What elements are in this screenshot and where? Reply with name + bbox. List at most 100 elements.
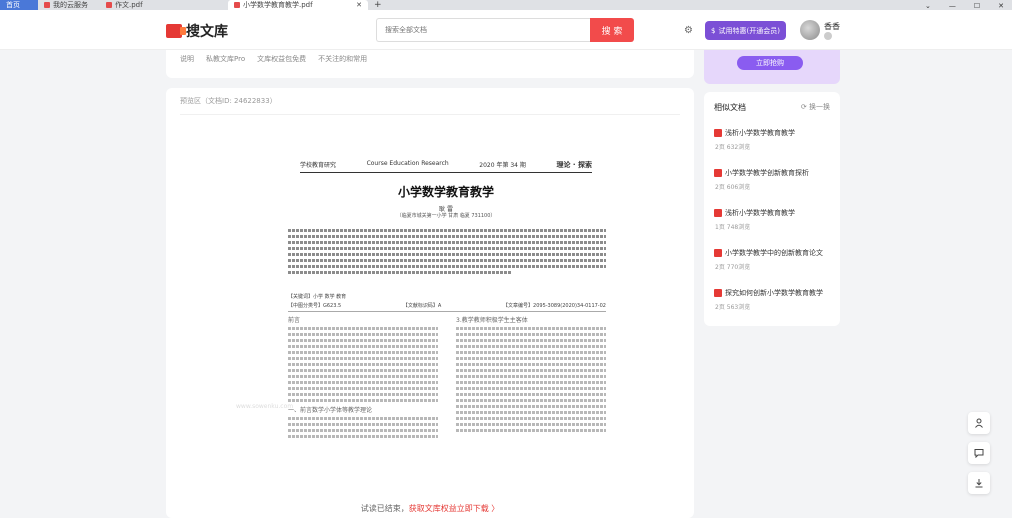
user-status-icon xyxy=(824,32,832,40)
doc-meta: 1页 748浏览 xyxy=(714,222,834,231)
text-line xyxy=(288,333,438,336)
text-line xyxy=(456,393,606,396)
text-line xyxy=(456,417,606,420)
gear-icon[interactable]: ⚙ xyxy=(684,25,693,36)
text-line xyxy=(288,229,606,232)
text-line xyxy=(456,423,606,426)
journal-section: 理论 · 探索 xyxy=(556,161,592,169)
doc-title: 探究如何创新小学数学教育教学 xyxy=(725,289,823,297)
tab-label: 作文.pdf xyxy=(115,1,143,9)
doc-name: 小学数学教学中的创新教育论文 xyxy=(714,248,834,258)
window-controls: ⌄ — ☐ ✕ xyxy=(925,2,1012,10)
refresh-label: 换一换 xyxy=(809,103,830,111)
text-line xyxy=(456,369,606,372)
text-line xyxy=(288,339,438,342)
tab-close-icon[interactable]: ✕ xyxy=(356,1,362,9)
text-line xyxy=(456,363,606,366)
search-button[interactable]: 搜 索 xyxy=(590,18,634,42)
text-line xyxy=(456,381,606,384)
doc-title: 浅析小学数学教育教学 xyxy=(725,209,795,217)
tab-favicon-icon xyxy=(44,2,50,8)
similar-doc-item[interactable]: 浅析小学数学教育教学 2页 632浏览 xyxy=(714,128,834,151)
text-line xyxy=(288,399,438,402)
doc-pages: 2页 xyxy=(715,264,725,271)
chevron-down-icon[interactable]: ⌄ xyxy=(925,2,931,10)
doc-views: 632浏览 xyxy=(726,144,751,151)
tab-essay[interactable]: 作文.pdf xyxy=(100,0,228,10)
similar-docs-title: 相似文档 xyxy=(714,103,746,112)
doc-meta: 2页 606浏览 xyxy=(714,182,834,191)
similar-doc-item[interactable]: 小学数学教学中的创新教育论文 2页 770浏览 xyxy=(714,248,834,271)
section-heading: 前言 xyxy=(288,317,301,324)
doc-code: 【文献标识码】A xyxy=(402,303,442,309)
tab-cloud[interactable]: 我的云服务 xyxy=(38,0,100,10)
strip-link[interactable]: 不关注的和常用 xyxy=(318,54,367,74)
vip-trial-button[interactable]: $ 试用特惠(开通会员) xyxy=(705,21,786,40)
text-line xyxy=(456,405,606,408)
similar-doc-item[interactable]: 探究如何创新小学数学教育教学 2页 563浏览 xyxy=(714,288,834,311)
journal-header: 学校教育研究 Course Education Research 2020 年第… xyxy=(300,160,592,173)
trial-end-notice: 试读已结束，获取文库权益立即下载 〉 xyxy=(180,503,680,514)
similar-doc-item[interactable]: 小学数学教学创新教育探析 2页 606浏览 xyxy=(714,168,834,191)
text-line xyxy=(456,345,606,348)
similar-docs-header: 相似文档 ⟳ 换一换 xyxy=(714,102,830,113)
refresh-button[interactable]: ⟳ 换一换 xyxy=(801,102,830,113)
text-line xyxy=(288,363,438,366)
site-header: 搜文库 搜 索 ⚙ $试用特惠(开通会员) 香香 xyxy=(0,10,1012,50)
text-line xyxy=(456,327,606,330)
strip-link[interactable]: 说明 xyxy=(180,54,194,74)
text-line xyxy=(288,435,438,438)
text-line xyxy=(456,429,606,432)
pdf-icon xyxy=(714,289,722,297)
preview-label: 预览区（文档ID: 24622833） xyxy=(180,97,277,105)
search-box: 搜 索 xyxy=(376,18,634,42)
text-line xyxy=(288,345,438,348)
text-line xyxy=(456,339,606,342)
tab-label: 我的云服务 xyxy=(53,1,88,9)
tab-current-doc[interactable]: 小学数学教育教学.pdf ✕ xyxy=(228,0,368,10)
doc-name: 浅析小学数学教育教学 xyxy=(714,208,834,218)
avatar[interactable] xyxy=(800,20,820,40)
section-heading: 3.教学教师积极学生主客体 xyxy=(456,317,528,324)
tab-home[interactable]: 首页 xyxy=(0,0,38,10)
strip-link[interactable]: 私教文库Pro xyxy=(206,54,245,74)
journal-name-en: Course Education Research xyxy=(366,160,449,167)
journal-issue: 2020 年第 34 期 xyxy=(479,162,526,169)
similar-doc-item[interactable]: 浅析小学数学教育教学 1页 748浏览 xyxy=(714,208,834,231)
search-input[interactable] xyxy=(376,18,590,42)
close-icon[interactable]: ✕ xyxy=(998,2,1004,10)
buy-now-button[interactable]: 立即抢购 xyxy=(737,56,803,70)
class-number: 【中图分类号】G623.5 xyxy=(288,303,342,309)
refresh-icon: ⟳ xyxy=(800,103,807,111)
new-tab-icon[interactable]: + xyxy=(368,0,388,10)
vip-button-label: 试用特惠(开通会员) xyxy=(718,26,780,35)
coin-icon: $ xyxy=(711,26,716,35)
tab-label: 首页 xyxy=(6,1,20,9)
doc-title: 小学数学教学创新教育探析 xyxy=(725,169,809,177)
username[interactable]: 香香 xyxy=(824,21,840,32)
strip-link[interactable]: 文库权益包免费 xyxy=(257,54,306,74)
text-line xyxy=(288,253,606,256)
text-line xyxy=(288,327,438,330)
text-line xyxy=(288,271,511,274)
document-preview-card: 预览区（文档ID: 24622833） 学校教育研究 Course Educat… xyxy=(166,88,694,518)
site-logo[interactable]: 搜文库 xyxy=(166,21,228,41)
promo-card: 立即抢购 xyxy=(704,50,840,84)
journal-name: 学校教育研究 xyxy=(300,162,337,169)
text-line xyxy=(288,235,606,238)
doc-pages: 1页 xyxy=(715,224,725,231)
doc-meta: 2页 632浏览 xyxy=(714,142,834,151)
comment-icon[interactable] xyxy=(968,442,990,464)
article-classification: 【中图分类号】G623.5 【文献标识码】A 【文章编号】2095-3089(2… xyxy=(288,302,606,312)
section-heading: 一、前言数学小学体等教学理论 xyxy=(288,407,373,414)
text-line xyxy=(456,351,606,354)
text-line xyxy=(456,333,606,336)
article-abstract xyxy=(288,229,606,277)
pdf-icon xyxy=(714,249,722,257)
text-line xyxy=(288,393,438,396)
minimize-icon[interactable]: — xyxy=(949,2,956,10)
download-icon[interactable] xyxy=(968,472,990,494)
pdf-icon xyxy=(714,129,722,137)
user-icon[interactable] xyxy=(968,412,990,434)
maximize-icon[interactable]: ☐ xyxy=(974,2,980,10)
